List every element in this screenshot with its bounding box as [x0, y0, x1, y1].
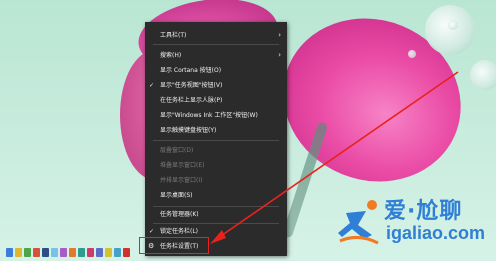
taskbar-app-icon[interactable] [96, 248, 103, 257]
taskbar-app-icon[interactable] [105, 248, 112, 257]
taskbar-app-icon[interactable] [114, 248, 121, 257]
taskbar[interactable] [0, 244, 140, 261]
watermark-chinese-text: 爱·尬聊 [384, 199, 463, 224]
watermark: 爱·尬聊 igaliao.com [332, 193, 492, 253]
taskbar-app-icon[interactable] [42, 248, 49, 257]
taskbar-app-icon[interactable] [51, 248, 58, 257]
watermark-url: igaliao.com [386, 223, 486, 243]
taskbar-app-icon[interactable] [6, 248, 13, 257]
taskbar-app-icon[interactable] [78, 248, 85, 257]
taskbar-app-icon[interactable] [33, 248, 40, 257]
taskbar-app-icon[interactable] [15, 248, 22, 257]
taskbar-app-icon[interactable] [87, 248, 94, 257]
taskbar-app-icon[interactable] [60, 248, 67, 257]
taskbar-app-icon[interactable] [69, 248, 76, 257]
taskbar-app-icon[interactable] [24, 248, 31, 257]
watermark-runner-logo [338, 200, 379, 245]
taskbar-app-icon[interactable] [123, 248, 130, 257]
